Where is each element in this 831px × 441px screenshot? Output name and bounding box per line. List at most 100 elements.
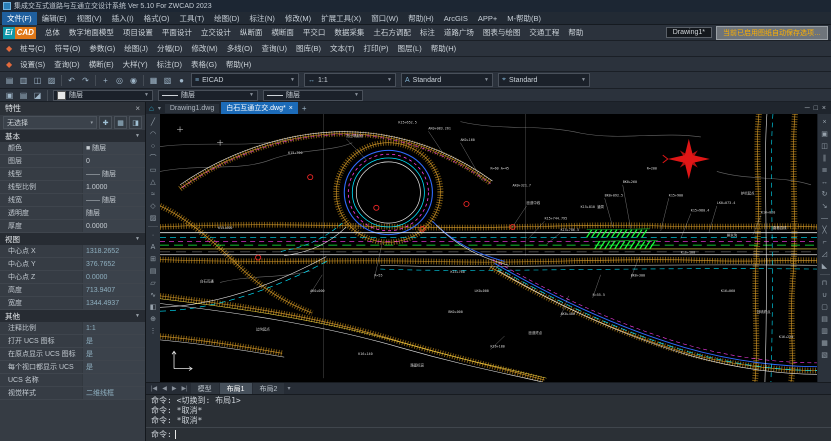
properties-icon[interactable]: ▧ (819, 349, 831, 361)
new-icon[interactable]: ▤ (3, 74, 16, 86)
array-icon[interactable]: ≣ (819, 164, 831, 176)
row4-item-5[interactable]: 标注(D) (153, 57, 186, 72)
menu-item-5[interactable]: 格式(O) (139, 12, 175, 25)
divide-icon[interactable]: ⋮ (147, 325, 159, 337)
row3-item-8[interactable]: 查询(U) (258, 41, 291, 56)
row4-item-2[interactable]: 查询(D) (50, 57, 83, 72)
offset-icon[interactable]: ∥ (819, 152, 831, 164)
property-value[interactable]: 是 (82, 361, 145, 373)
row3-item-3[interactable]: 参数(G) (85, 41, 119, 56)
arc-icon[interactable]: ⌒ (147, 152, 159, 164)
join-icon[interactable]: ∪ (819, 289, 831, 301)
eicad-menu-7[interactable]: 横断面 (267, 25, 298, 40)
selection-dropdown[interactable]: 无选择 ▾ (3, 116, 97, 129)
close-icon[interactable]: × (135, 104, 140, 113)
realtime-zoom-icon[interactable]: ● (175, 74, 188, 86)
row3-item-6[interactable]: 修改(M) (187, 41, 221, 56)
menu-item-12[interactable]: 帮助(H) (403, 12, 438, 25)
line-icon[interactable]: ╱ (147, 116, 159, 128)
eicad-menu-8[interactable]: 平交口 (299, 25, 330, 40)
save-icon[interactable]: ◫ (31, 74, 44, 86)
dropdown-linetype[interactable]: 随层▼ (158, 90, 258, 101)
open-icon[interactable]: ▥ (17, 74, 30, 86)
dropdown-dim-style[interactable]: ⌖Standard▼ (498, 73, 590, 87)
dropdown-text-style[interactable]: AStandard▼ (401, 73, 493, 87)
property-value[interactable]: 0.0000 (82, 271, 145, 283)
property-value[interactable]: —— 随层 (82, 194, 145, 206)
measure-icon[interactable]: ⊕ (147, 313, 159, 325)
eicad-menu-3[interactable]: 项目设置 (119, 25, 157, 40)
row3-item-10[interactable]: 文本(T) (326, 41, 359, 56)
eicad-menu-11[interactable]: 标注 (416, 25, 439, 40)
menu-item-6[interactable]: 工具(T) (175, 12, 210, 25)
layout-nav-2[interactable]: ◀ (160, 385, 169, 392)
chevron-down-icon[interactable]: ▾ (156, 105, 163, 112)
section-header-2[interactable]: 视图▼ (0, 233, 145, 245)
eicad-menu-1[interactable]: 总体 (41, 25, 64, 40)
eicad-menu-13[interactable]: 图表与绘图 (479, 25, 525, 40)
point-icon[interactable]: · (147, 229, 159, 241)
section-header-3[interactable]: 其他▼ (0, 310, 145, 322)
circle-icon[interactable]: ○ (147, 140, 159, 152)
menu-item-4[interactable]: 插入(I) (107, 12, 139, 25)
chamfer-icon[interactable]: ◣ (819, 260, 831, 272)
property-value[interactable]: 二维线框 (82, 387, 145, 399)
scale-icon[interactable]: ↘ (819, 200, 831, 212)
property-value[interactable]: ■ 随层 (82, 142, 145, 154)
row3-item-12[interactable]: 图层(L) (394, 41, 426, 56)
menu-item-3[interactable]: 视图(V) (72, 12, 107, 25)
row3-item-2[interactable]: 符号(O) (51, 41, 85, 56)
layout-tab-布局2[interactable]: 布局2 (253, 383, 285, 395)
property-value[interactable]: 0.0000 (82, 220, 145, 232)
layout-nav-4[interactable]: ▶| (179, 385, 189, 392)
menu-item-9[interactable]: 修改(M) (280, 12, 316, 25)
row4-item-4[interactable]: 大样(Y) (119, 57, 152, 72)
menu-item-2[interactable]: 编辑(E) (37, 12, 72, 25)
spline-icon[interactable]: ≈ (147, 188, 159, 200)
layout-nav-3[interactable]: ▶ (170, 385, 179, 392)
minimize-icon[interactable]: ─ (805, 105, 810, 112)
property-value[interactable]: 1.0000 (82, 181, 145, 193)
group-icon[interactable]: ▤ (17, 89, 30, 101)
group-icon[interactable]: ▥ (819, 325, 831, 337)
stretch-icon[interactable]: — (819, 212, 831, 224)
layers-icon[interactable]: ▦ (147, 74, 160, 86)
zoom-extents-icon[interactable]: ◉ (127, 74, 140, 86)
menu-item-10[interactable]: 扩展工具(X) (316, 12, 366, 25)
row3-item-9[interactable]: 图库(B) (292, 41, 325, 56)
menu-item-8[interactable]: 标注(N) (245, 12, 280, 25)
select-objects-icon[interactable]: ▦ (114, 116, 127, 129)
row4-item-6[interactable]: 表格(G) (187, 57, 221, 72)
menu-item-1[interactable]: 文件(F) (2, 12, 37, 25)
eicad-menu-10[interactable]: 土石方调配 (369, 25, 415, 40)
drawing-canvas[interactable]: K15+652.5AK0+083.261AK0+160挡土墙起点K15+700R… (160, 114, 817, 382)
row3-item-1[interactable]: 桩号(C) (16, 41, 49, 56)
match-properties-icon[interactable]: ▣ (3, 89, 16, 101)
break-icon[interactable]: ◿ (819, 248, 831, 260)
gradient-icon[interactable]: ◧ (147, 301, 159, 313)
row3-item-13[interactable]: 帮助(H) (427, 41, 460, 56)
region-icon[interactable]: ▱ (147, 277, 159, 289)
trim-icon[interactable]: ╳ (819, 224, 831, 236)
align-icon[interactable]: ▤ (819, 313, 831, 325)
property-value[interactable]: 0 (82, 155, 145, 167)
row3-item-5[interactable]: 分幅(D) (153, 41, 186, 56)
dropdown-lineweight[interactable]: 随层▼ (263, 90, 363, 101)
plot-icon[interactable]: ▨ (45, 74, 58, 86)
dropdown-layer-control[interactable]: ≡EICAD▼ (191, 73, 299, 87)
menu-item-14[interactable]: APP+ (473, 13, 502, 24)
text-icon[interactable]: A (147, 241, 159, 253)
rotate-icon[interactable]: ↻ (819, 188, 831, 200)
property-value[interactable]: 是 (82, 348, 145, 360)
eicad-menu-15[interactable]: 帮助 (564, 25, 587, 40)
rectangle-icon[interactable]: ▭ (147, 164, 159, 176)
fillet-icon[interactable]: ⊓ (819, 277, 831, 289)
eicad-menu-6[interactable]: 纵断面 (236, 25, 267, 40)
eicad-menu-14[interactable]: 交通工程 (525, 25, 563, 40)
zoom-window-icon[interactable]: ◎ (113, 74, 126, 86)
hatch-icon[interactable]: ▨ (147, 212, 159, 224)
property-value[interactable]: 713.9407 (82, 284, 145, 296)
dropdown-color[interactable]: 随层▼ (53, 90, 153, 101)
home-icon[interactable]: ⌂ (149, 104, 154, 113)
quick-select-icon[interactable]: ✚ (99, 116, 112, 129)
